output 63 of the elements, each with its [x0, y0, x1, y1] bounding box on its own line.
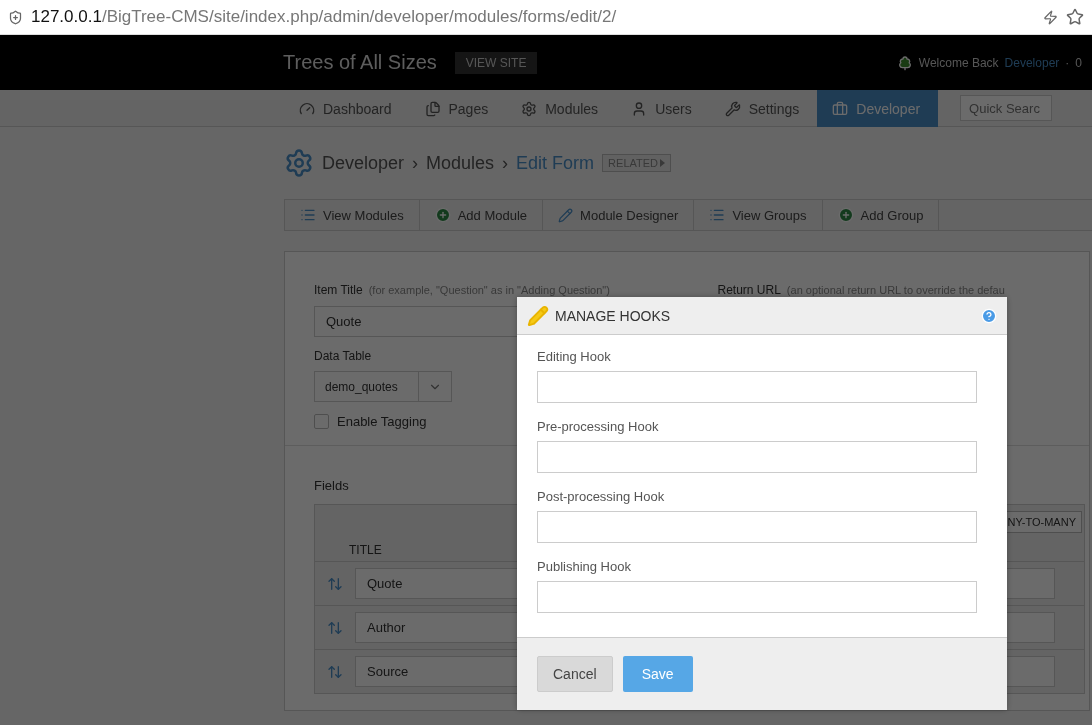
nav-tab[interactable]: Modules [506, 90, 617, 127]
pencil-icon [527, 304, 549, 327]
nav-tab[interactable]: Dashboard [284, 90, 410, 127]
field-label: Data Table [314, 349, 372, 363]
search-field[interactable]: Quick Searc [960, 95, 1053, 121]
field-label: Post-processing Hook [537, 489, 665, 504]
breadcrumb-link[interactable]: Developer [322, 152, 405, 174]
nav-tab[interactable]: Settings [709, 90, 818, 127]
nav-tab[interactable]: Developer [817, 90, 939, 127]
hook-field[interactable] [537, 371, 977, 403]
data-table-select[interactable]: demo_quotes [314, 371, 452, 402]
site-title: Trees of All Sizes [283, 51, 437, 74]
briefcase-icon [832, 100, 849, 117]
nav-tab[interactable]: Pages [409, 90, 507, 127]
user-link[interactable]: Developer [1004, 55, 1060, 70]
hook-field[interactable] [537, 441, 977, 473]
cancel-button[interactable]: Cancel [537, 656, 613, 692]
nav-tab[interactable]: Users [616, 90, 710, 127]
subnav-link[interactable]: View Modules [285, 200, 420, 230]
subnav-link[interactable]: Module Designer [543, 200, 695, 230]
field-label: Publishing Hook [537, 559, 631, 574]
subnav-link[interactable]: View Groups [694, 200, 823, 230]
checkbox[interactable] [314, 414, 329, 429]
subnav-link[interactable]: Add Group [822, 200, 940, 230]
gauge-icon [299, 100, 315, 117]
separator-text: · [1065, 55, 1070, 70]
field-label: Item Title [314, 283, 363, 297]
wrench-icon [724, 100, 741, 117]
hook-field[interactable] [537, 581, 977, 613]
drag-handle-icon[interactable] [327, 663, 343, 680]
checkbox-label: Enable Tagging [337, 414, 427, 429]
drag-handle-icon[interactable] [327, 575, 343, 592]
section-title: Fields [314, 478, 349, 493]
pages-icon [424, 100, 441, 117]
tree-icon [896, 54, 913, 71]
shield-icon [8, 9, 23, 25]
list-icon [709, 207, 726, 223]
bolt-icon[interactable] [1043, 9, 1058, 25]
star-icon[interactable] [1066, 8, 1084, 26]
drag-handle-icon[interactable] [327, 619, 343, 636]
breadcrumb-link[interactable]: Edit Form [516, 152, 595, 174]
caret-icon [660, 159, 666, 167]
breadcrumb-separator: › [502, 152, 509, 174]
plus-icon [434, 207, 451, 223]
subnav-link[interactable]: Add Module [419, 200, 544, 230]
field-label: Editing Hook [537, 349, 611, 364]
plus-icon [837, 207, 854, 223]
save-button[interactable]: Save [622, 656, 693, 692]
welcome-text: Welcome Back [918, 55, 999, 70]
breadcrumb-separator: › [412, 152, 419, 174]
pencil-icon [558, 207, 574, 223]
list-icon [300, 207, 316, 223]
field-label: Pre-processing Hook [537, 419, 659, 434]
column-header: TITLE [349, 543, 382, 557]
gear-icon [521, 100, 538, 117]
gear-icon [284, 148, 314, 178]
view-site-button[interactable]: VIEW SITE [454, 51, 538, 74]
hook-field[interactable] [537, 511, 977, 543]
messages-text: 0 [1075, 55, 1082, 70]
field-label: Return URL [717, 283, 781, 297]
breadcrumb-link[interactable]: Modules [426, 152, 495, 174]
help-icon[interactable] [981, 307, 997, 324]
modal-title: MANAGE HOOKS [555, 307, 671, 324]
